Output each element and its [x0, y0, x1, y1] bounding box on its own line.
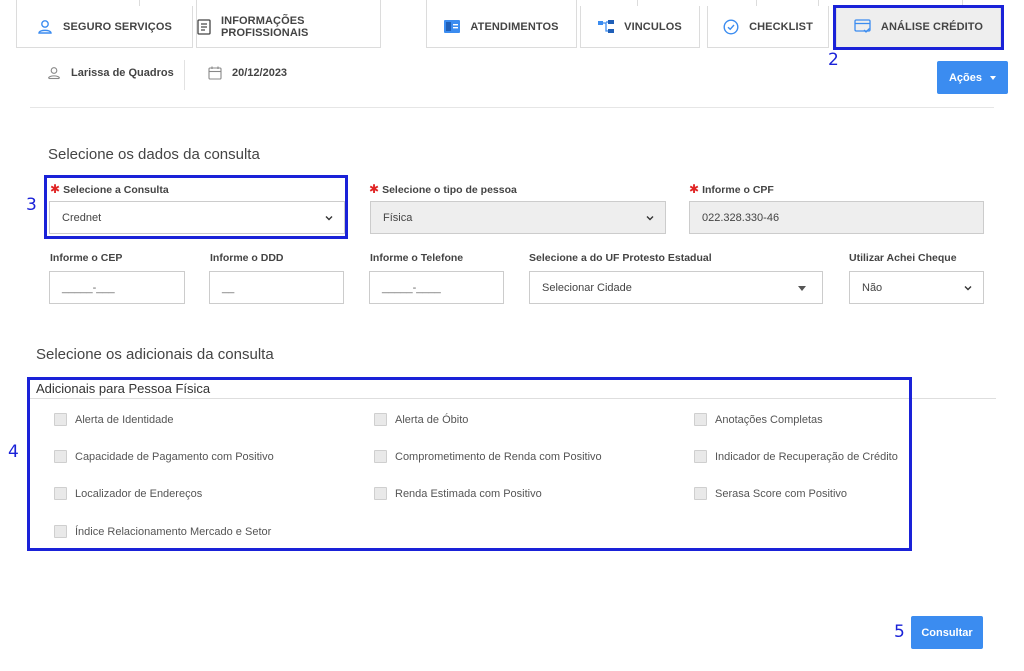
- user-outline-icon: [47, 67, 61, 80]
- highlight-box-2: [833, 5, 1004, 50]
- actions-label: Ações: [948, 71, 983, 84]
- achei-cheque-label: Utilizar Achei Cheque: [849, 252, 957, 264]
- adicionais-section-title: Selecione os adicionais da consulta: [36, 346, 274, 363]
- annotation-2: 2: [828, 50, 839, 70]
- tab-label: SEGURO SERVIÇOS: [63, 20, 172, 33]
- telefone-field[interactable]: _____-____: [369, 271, 504, 304]
- uf-protesto-label: Selecione a do UF Protesto Estadual: [529, 252, 712, 264]
- cep-label: Informe o CEP: [50, 252, 123, 264]
- cpf-field[interactable]: 022.328.330-46: [689, 201, 984, 234]
- tab-seguro-servicos[interactable]: SEGURO SERVIÇOS: [16, 6, 193, 48]
- chevron-down-icon: [646, 216, 654, 221]
- date-value: 20/12/2023: [232, 67, 288, 79]
- divider: [30, 107, 994, 108]
- tab-label: INFORMAÇÕES PROFISSIONAIS: [221, 14, 309, 39]
- caret-down-icon: [990, 75, 997, 80]
- caret-down-icon: [798, 286, 806, 291]
- annotation-5: 5: [894, 622, 905, 642]
- required-asterisk: ✱: [689, 182, 700, 196]
- date-info: 20/12/2023: [208, 66, 287, 80]
- chevron-down-icon: [964, 286, 972, 291]
- required-asterisk: ✱: [369, 182, 380, 196]
- tab-checklist[interactable]: CHECKLIST: [707, 6, 829, 48]
- consultar-button[interactable]: Consultar: [911, 616, 983, 649]
- uf-protesto-select[interactable]: Selecionar Cidade: [529, 271, 823, 304]
- divider: [184, 60, 185, 90]
- telefone-label: Informe o Telefone: [370, 252, 464, 264]
- hierarchy-icon: [598, 19, 615, 33]
- tab-label: CHECKLIST: [749, 20, 813, 33]
- tab-informacoes-profissionais[interactable]: INFORMAÇÕES PROFISSIONAIS: [196, 6, 381, 48]
- tipo-pessoa-select[interactable]: Física: [370, 201, 666, 234]
- annotation-4: 4: [8, 442, 19, 462]
- consulta-section-title: Selecione os dados da consulta: [48, 146, 260, 163]
- user-name: Larissa de Quadros: [71, 67, 174, 79]
- check-circle-icon: [723, 18, 739, 35]
- tab-vinculos[interactable]: VINCULOS: [580, 6, 700, 48]
- calendar-icon: [208, 66, 222, 80]
- actions-button[interactable]: Ações: [937, 61, 1008, 94]
- tab-label: ATENDIMENTOS: [470, 20, 559, 33]
- tab-label: VINCULOS: [624, 20, 682, 33]
- document-icon: [197, 18, 211, 35]
- highlight-box-4: [27, 377, 912, 551]
- cpf-label: ✱ Informe o CPF: [689, 182, 774, 196]
- ddd-field[interactable]: __: [209, 271, 344, 304]
- user-info: Larissa de Quadros: [47, 66, 174, 80]
- tab-atendimentos[interactable]: ATENDIMENTOS: [426, 6, 577, 48]
- highlight-box-3: [44, 175, 348, 239]
- user-icon: [38, 19, 52, 34]
- achei-cheque-select[interactable]: Não: [849, 271, 984, 304]
- cep-field[interactable]: _____-___: [49, 271, 185, 304]
- panel-icon: [444, 20, 461, 33]
- annotation-3: 3: [26, 195, 37, 215]
- tipo-pessoa-label: ✱ Selecione o tipo de pessoa: [369, 182, 517, 196]
- ddd-label: Informe o DDD: [210, 252, 284, 264]
